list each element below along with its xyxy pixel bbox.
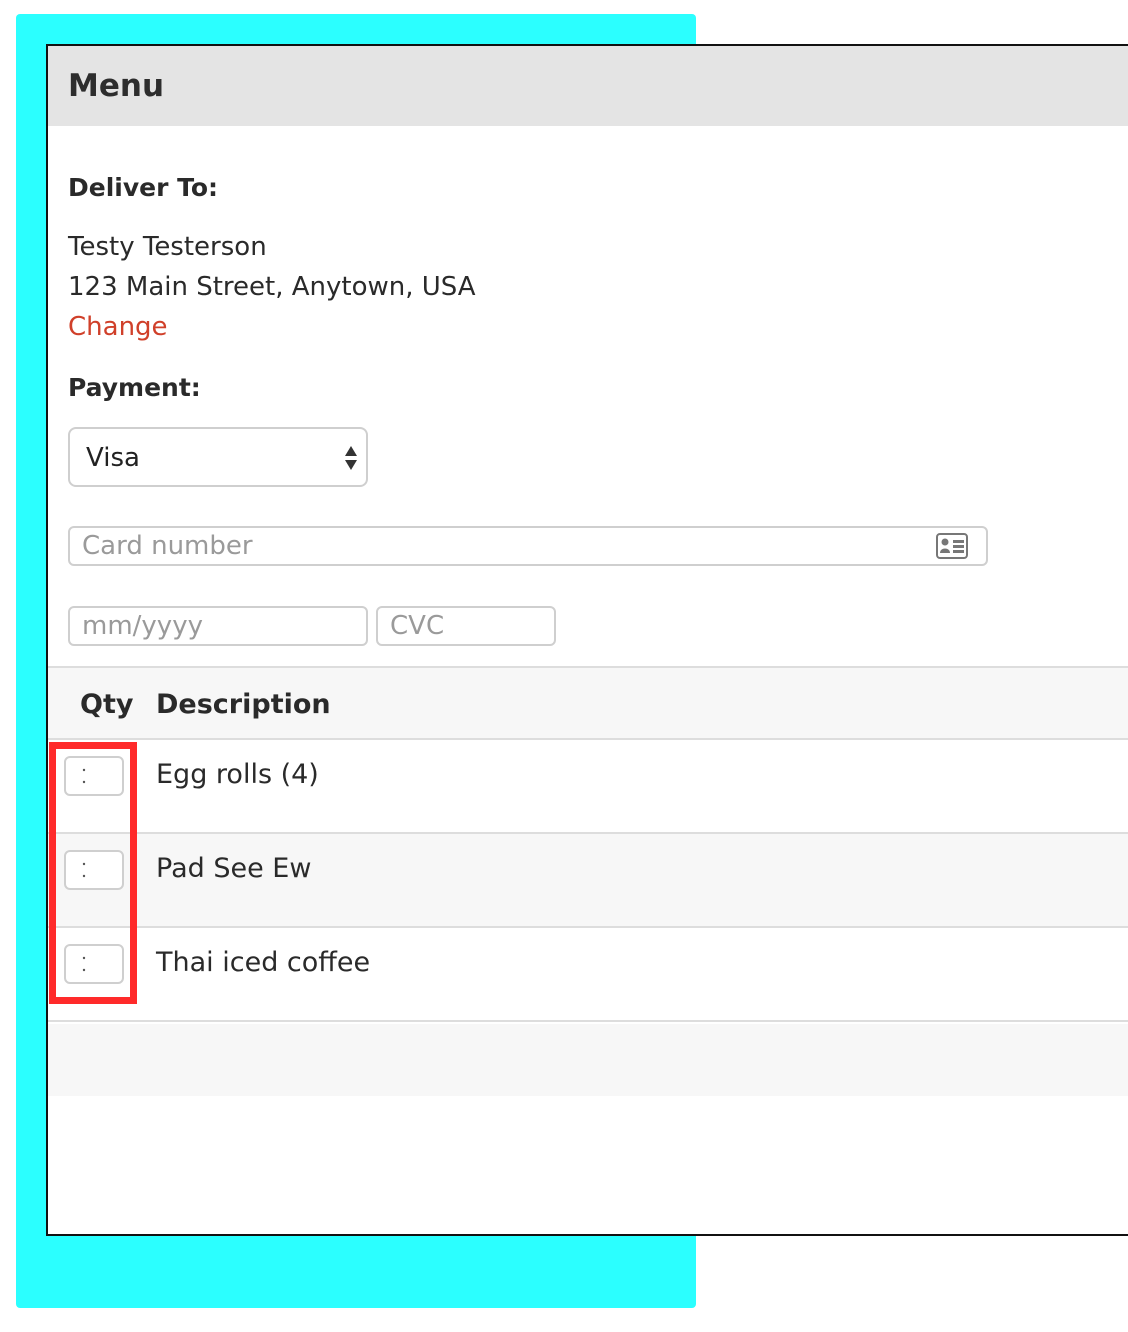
payment-label: Payment: (68, 373, 201, 402)
table-row: Thai iced coffee (48, 928, 1128, 1022)
qty-column-header: Qty (80, 689, 134, 720)
panel-title: Menu (68, 68, 165, 104)
panel-header: Menu (48, 46, 1128, 126)
payment-method-select[interactable]: Visa (68, 427, 368, 487)
change-address-link[interactable]: Change (68, 310, 168, 344)
table-row: Egg rolls (4) (48, 740, 1128, 834)
item-description: Thai iced coffee (156, 947, 371, 978)
select-updown-arrows-icon (345, 446, 357, 470)
card-contact-icon (936, 533, 968, 559)
description-column-header: Description (156, 689, 331, 720)
expiry-date-input[interactable]: mm/yyyy (68, 606, 368, 646)
qty-column-highlight (49, 742, 137, 1004)
table-footer (48, 1024, 1128, 1096)
table-header: Qty Description (48, 666, 1128, 740)
card-number-placeholder: Card number (82, 531, 253, 561)
cvc-placeholder: CVC (390, 611, 445, 641)
customer-address: 123 Main Street, Anytown, USA (68, 272, 476, 302)
menu-panel: Menu Deliver To: Testy Testerson 123 Mai… (46, 44, 1128, 1236)
payment-method-value: Visa (86, 443, 140, 473)
card-number-input[interactable]: Card number (68, 526, 988, 566)
cvc-input[interactable]: CVC (376, 606, 556, 646)
customer-name: Testy Testerson (68, 232, 267, 262)
table-row: Pad See Ew (48, 834, 1128, 928)
expiry-placeholder: mm/yyyy (82, 611, 203, 641)
deliver-to-label: Deliver To: (68, 173, 219, 202)
item-description: Pad See Ew (156, 853, 312, 884)
item-description: Egg rolls (4) (156, 759, 319, 790)
